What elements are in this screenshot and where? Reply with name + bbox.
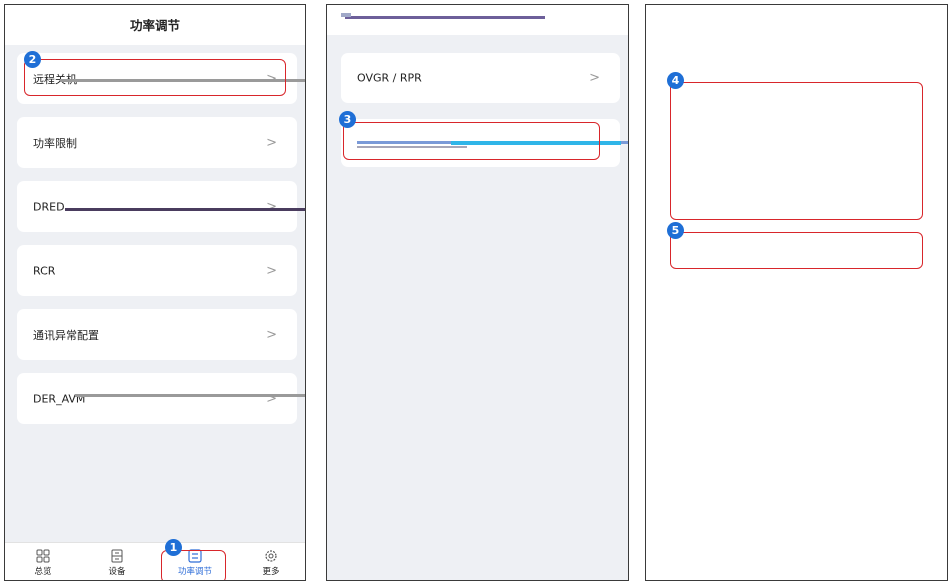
nav-overview[interactable]: 总览	[13, 545, 73, 577]
menu-item-power-limit[interactable]: 功率限制 >	[17, 117, 297, 168]
menu-item-comm-exception-config[interactable]: 通讯异常配置 >	[17, 309, 297, 360]
render-artifact	[345, 16, 545, 19]
render-artifact	[75, 394, 305, 397]
menu-item-label: DRED	[33, 200, 65, 213]
highlight-box-dialog-content	[670, 82, 923, 220]
chevron-right-icon: >	[266, 263, 277, 278]
menu-item-der-avm[interactable]: DER_AVM >	[17, 373, 297, 424]
header	[327, 5, 628, 35]
page-title: 功率调节	[129, 18, 180, 33]
step-badge-1: 1	[165, 539, 182, 556]
chevron-right-icon: >	[266, 327, 277, 342]
render-artifact	[341, 13, 351, 17]
nav-more[interactable]: 更多	[241, 545, 301, 577]
nav-label: 总览	[34, 567, 52, 577]
menu-item-label: RCR	[33, 264, 56, 277]
render-artifact	[65, 208, 305, 211]
header: 功率调节	[5, 5, 305, 45]
power-adjust-screen: 功率调节 远程关机 > 功率限制 > DRED > RCR > 通讯异常配置 >…	[4, 4, 306, 581]
step-badge-2: 2	[24, 51, 41, 68]
nav-label: 设备	[108, 567, 126, 577]
menu-item-rcr[interactable]: RCR >	[17, 245, 297, 296]
chevron-right-icon: >	[266, 135, 277, 150]
menu-item-label: 功率限制	[33, 136, 77, 150]
menu-item-label: OVGR / RPR	[357, 71, 422, 85]
highlight-box-shutdown-item	[343, 122, 600, 160]
menu-item-label: 通讯异常配置	[33, 328, 99, 342]
highlight-box-confirm-button[interactable]	[670, 232, 923, 269]
gear-icon	[265, 550, 277, 562]
bottom-navigation: 总览 设备 功率调节 更多	[5, 542, 305, 580]
chevron-right-icon: >	[266, 199, 277, 214]
step-badge-5: 5	[667, 222, 684, 239]
device-icon	[111, 549, 123, 563]
menu-item-dred[interactable]: DRED >	[17, 181, 297, 232]
highlight-box-remote-shutdown	[24, 59, 286, 96]
remote-shutdown-screen: OVGR / RPR > 3	[326, 4, 629, 581]
menu-item-ovgr-rpr[interactable]: OVGR / RPR >	[341, 53, 620, 103]
step-badge-3: 3	[339, 111, 356, 128]
chevron-right-icon: >	[589, 70, 600, 86]
grid-icon	[36, 549, 50, 563]
step-badge-4: 4	[667, 72, 684, 89]
nav-devices[interactable]: 设备	[87, 545, 147, 577]
nav-label: 更多	[262, 567, 280, 577]
shutdown-dialog-screen: 4 5	[645, 4, 948, 581]
